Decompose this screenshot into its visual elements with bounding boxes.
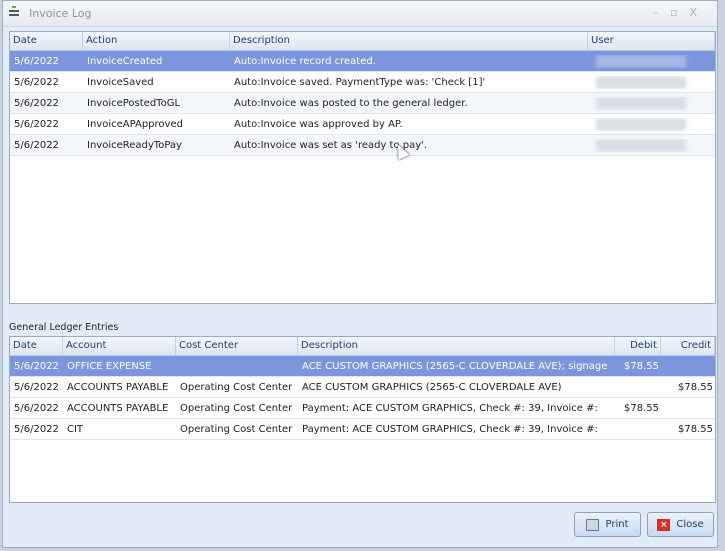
app-icon: [9, 6, 19, 20]
column-header-account[interactable]: Account: [63, 337, 176, 355]
column-header-date[interactable]: Date: [10, 32, 83, 50]
title-bar: Invoice Log –▫X: [3, 1, 717, 27]
cell-cost-center: Operating Cost Center: [180, 423, 293, 435]
column-header-description[interactable]: Description: [230, 32, 588, 50]
cell-date: 5/6/2022: [14, 423, 59, 435]
print-button[interactable]: Print: [574, 512, 641, 537]
log-row[interactable]: 5/6/2022 InvoicePostedToGL Auto:Invoice …: [10, 93, 715, 114]
cell-description: Auto:Invoice was set as 'ready to pay'.: [234, 139, 428, 151]
log-row[interactable]: 5/6/2022 InvoiceAPApproved Auto:Invoice …: [10, 114, 715, 135]
cell-action: InvoiceCreated: [87, 55, 163, 67]
cell-debit: $78.55: [624, 402, 659, 414]
cell-date: 5/6/2022: [14, 55, 59, 67]
gl-row[interactable]: 5/6/2022 OFFICE EXPENSE ACE CUSTOM GRAPH…: [10, 356, 715, 377]
cell-description: ACE CUSTOM GRAPHICS (2565-C CLOVERDALE A…: [302, 360, 608, 372]
invoice-log-grid[interactable]: Date Action Description User 5/6/2022 In…: [9, 31, 716, 304]
close-button[interactable]: × Close: [647, 512, 714, 537]
cell-description: Auto:Invoice record created.: [234, 55, 376, 67]
cell-description: Payment: ACE CUSTOM GRAPHICS, Check #: 3…: [302, 402, 598, 414]
column-header-date[interactable]: Date: [10, 337, 63, 355]
cell-description: ACE CUSTOM GRAPHICS (2565-C CLOVERDALE A…: [302, 381, 562, 393]
cell-date: 5/6/2022: [14, 118, 59, 130]
cell-account: CIT: [67, 423, 84, 435]
close-x-icon: ×: [657, 518, 671, 531]
cell-debit: $78.55: [624, 360, 659, 372]
cell-account: OFFICE EXPENSE: [67, 360, 152, 372]
cell-date: 5/6/2022: [14, 360, 59, 372]
cell-action: InvoiceSaved: [87, 76, 154, 88]
cell-user-redacted: [588, 96, 715, 110]
cell-user-redacted: [588, 75, 715, 89]
close-label: Close: [676, 519, 704, 530]
column-header-action[interactable]: Action: [83, 32, 230, 50]
cell-credit: $78.55: [678, 423, 713, 435]
cell-account: ACCOUNTS PAYABLE: [67, 381, 169, 393]
log-row[interactable]: 5/6/2022 InvoiceCreated Auto:Invoice rec…: [10, 51, 715, 72]
cell-date: 5/6/2022: [14, 97, 59, 109]
cell-description: Auto:Invoice saved. PaymentType was: 'Ch…: [234, 76, 486, 88]
cell-action: InvoicePostedToGL: [87, 97, 181, 109]
cell-user-redacted: [588, 138, 715, 152]
close-window-button[interactable]: X: [689, 6, 709, 19]
log-row[interactable]: 5/6/2022 InvoiceSaved Auto:Invoice saved…: [10, 72, 715, 93]
cell-cost-center: Operating Cost Center: [180, 402, 293, 414]
gl-row[interactable]: 5/6/2022 ACCOUNTS PAYABLE Operating Cost…: [10, 377, 715, 398]
cell-action: InvoiceReadyToPay: [87, 139, 182, 151]
gl-row[interactable]: 5/6/2022 ACCOUNTS PAYABLE Operating Cost…: [10, 398, 715, 419]
log-row[interactable]: 5/6/2022 InvoiceReadyToPay Auto:Invoice …: [10, 135, 715, 156]
cell-date: 5/6/2022: [14, 139, 59, 151]
print-label: Print: [605, 519, 629, 530]
cell-date: 5/6/2022: [14, 381, 59, 393]
gl-row[interactable]: 5/6/2022 CIT Operating Cost Center Payme…: [10, 419, 715, 440]
cell-date: 5/6/2022: [14, 402, 59, 414]
log-header: Date Action Description User: [10, 32, 715, 51]
cell-user-redacted: [588, 54, 715, 68]
cell-date: 5/6/2022: [14, 76, 59, 88]
column-header-credit[interactable]: Credit: [661, 337, 715, 355]
cell-description: Auto:Invoice was posted to the general l…: [234, 97, 468, 109]
cell-credit: $78.55: [678, 381, 713, 393]
printer-icon: [586, 518, 600, 531]
cell-user-redacted: [588, 117, 715, 131]
cell-description: Payment: ACE CUSTOM GRAPHICS, Check #: 3…: [302, 423, 598, 435]
column-header-debit[interactable]: Debit: [615, 337, 661, 355]
minimize-button[interactable]: –: [652, 6, 670, 19]
gl-header: Date Account Cost Center Description Deb…: [10, 337, 715, 356]
window-title: Invoice Log: [29, 7, 92, 20]
maximize-button[interactable]: ▫: [670, 6, 689, 19]
gl-entries-grid[interactable]: Date Account Cost Center Description Deb…: [9, 336, 716, 503]
cell-account: ACCOUNTS PAYABLE: [67, 402, 169, 414]
column-header-user[interactable]: User: [588, 32, 715, 50]
gl-section-label: General Ledger Entries: [9, 322, 119, 333]
column-header-cost-center[interactable]: Cost Center: [176, 337, 298, 355]
cell-description: Auto:Invoice was approved by AP.: [234, 118, 403, 130]
column-header-description[interactable]: Description: [298, 337, 615, 355]
cell-cost-center: Operating Cost Center: [180, 381, 293, 393]
cell-action: InvoiceAPApproved: [87, 118, 183, 130]
